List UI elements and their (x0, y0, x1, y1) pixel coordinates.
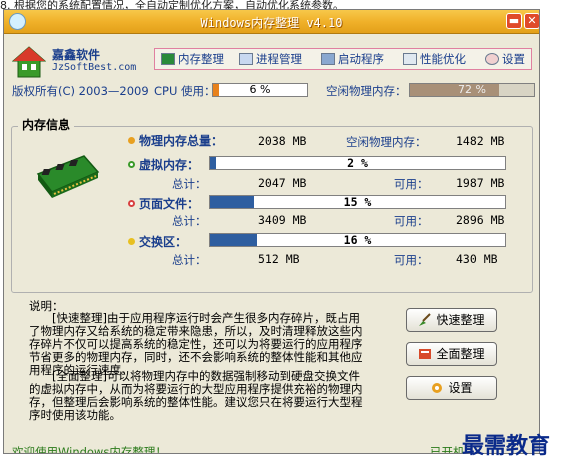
free-physical-value: 72 % (458, 83, 486, 96)
ram-chip-icon (36, 155, 100, 198)
settings-button[interactable]: 设置 (406, 376, 497, 400)
tab-label: 内存整理 (178, 52, 224, 66)
pagefile-total-label: 总计： (172, 214, 207, 228)
virtual-memory-label: 虚拟内存： (128, 156, 199, 173)
watermark-text: 最需教育 (462, 433, 551, 459)
tab-settings[interactable]: 设置 (485, 51, 525, 68)
free-physical-label: 空闲物理内存： (326, 84, 407, 98)
pagefile-total-value: 3409 MB (258, 213, 307, 227)
swap-available-value: 430 MB (456, 252, 498, 266)
main-toolbar: 内存整理 进程管理 启动程序 性能优化 设置 (154, 48, 532, 70)
quick-cleanup-button[interactable]: 快速整理 (406, 308, 497, 332)
virtual-available-label: 可用： (394, 177, 429, 191)
settings-icon (485, 53, 499, 65)
swap-total-label: 总计： (172, 253, 207, 267)
process-icon (239, 53, 253, 65)
free-physical-bar: 72 % (409, 83, 535, 97)
pagefile-dot-icon (128, 200, 135, 207)
title-bar[interactable]: Windows内存整理 v4.10 ▬ ✕ (4, 10, 539, 34)
virtual-dot-icon (128, 161, 135, 168)
tab-label: 启动程序 (338, 52, 384, 66)
performance-icon (403, 53, 417, 65)
startup-icon (321, 53, 335, 65)
window-title: Windows内存整理 v4.10 (200, 16, 343, 30)
physical-memory-value: 2038 MB (258, 134, 307, 148)
cpu-usage-value: 6 % (249, 83, 271, 96)
minimize-button[interactable]: ▬ (506, 13, 522, 29)
page-file-bar: 15 % (209, 195, 506, 209)
logo-name: 嘉鑫软件 (52, 48, 101, 62)
swap-available-label: 可用： (394, 253, 429, 267)
page-file-percent: 15 % (343, 195, 372, 209)
virtual-memory-bar: 2 % (209, 156, 506, 170)
free-physical-memory-value: 1482 MB (456, 134, 505, 148)
swap-total-value: 512 MB (258, 252, 300, 266)
page-file-label: 页面文件： (128, 195, 199, 212)
cpu-usage-bar: 6 % (212, 83, 308, 97)
description-full: [全面整理]可以将物理内存中的数据强制移动到硬盘交换文件的虚拟内存中，从而为将要… (29, 369, 363, 422)
virtual-available-value: 1987 MB (456, 176, 505, 190)
tab-label: 进程管理 (256, 52, 302, 66)
full-cleanup-icon (419, 349, 432, 359)
description-quick: [快速整理]由于应用程序运行时会产生很多内存碎片，既占用了物理内存又给系统的稳定… (29, 311, 363, 377)
copyright-text: 版权所有(C) 2003—2009 (12, 84, 149, 98)
pagefile-available-label: 可用： (394, 214, 429, 228)
cpu-usage-label: CPU 使用： (154, 84, 216, 98)
virtual-memory-percent: 2 % (347, 156, 368, 170)
logo-house-icon (12, 46, 46, 78)
physical-dot-icon (128, 137, 135, 144)
logo-url: JzSoftBest.com (52, 62, 137, 73)
app-window: Windows内存整理 v4.10 ▬ ✕ 嘉鑫软件 JzSoftBest.co… (3, 9, 540, 454)
swap-area-label: 交换区： (128, 233, 187, 250)
close-button[interactable]: ✕ (524, 13, 539, 29)
tab-memory-cleanup[interactable]: 内存整理 (161, 51, 224, 68)
virtual-total-label: 总计： (172, 177, 207, 191)
gear-icon (432, 383, 443, 393)
tab-label: 设置 (502, 52, 525, 66)
pagefile-available-value: 2896 MB (456, 213, 505, 227)
tab-startup-programs[interactable]: 启动程序 (321, 51, 384, 68)
tab-performance[interactable]: 性能优化 (403, 51, 466, 68)
memory-icon (161, 53, 175, 65)
memory-info-title: 内存信息 (18, 116, 75, 133)
swap-area-bar: 16 % (209, 233, 506, 247)
status-welcome: 欢迎使用Windows内存整理！ (12, 445, 167, 454)
swap-area-percent: 16 % (343, 233, 372, 247)
broom-icon (419, 313, 432, 326)
status-uptime: 已开机 (430, 445, 465, 454)
tab-process-manager[interactable]: 进程管理 (239, 51, 302, 68)
tab-label: 性能优化 (420, 52, 466, 66)
swap-dot-icon (128, 238, 135, 245)
physical-memory-label: 物理内存总量： (128, 132, 223, 149)
full-cleanup-button[interactable]: 全面整理 (406, 342, 497, 366)
virtual-total-value: 2047 MB (258, 176, 307, 190)
free-physical-memory-label: 空闲物理内存： (346, 135, 427, 149)
